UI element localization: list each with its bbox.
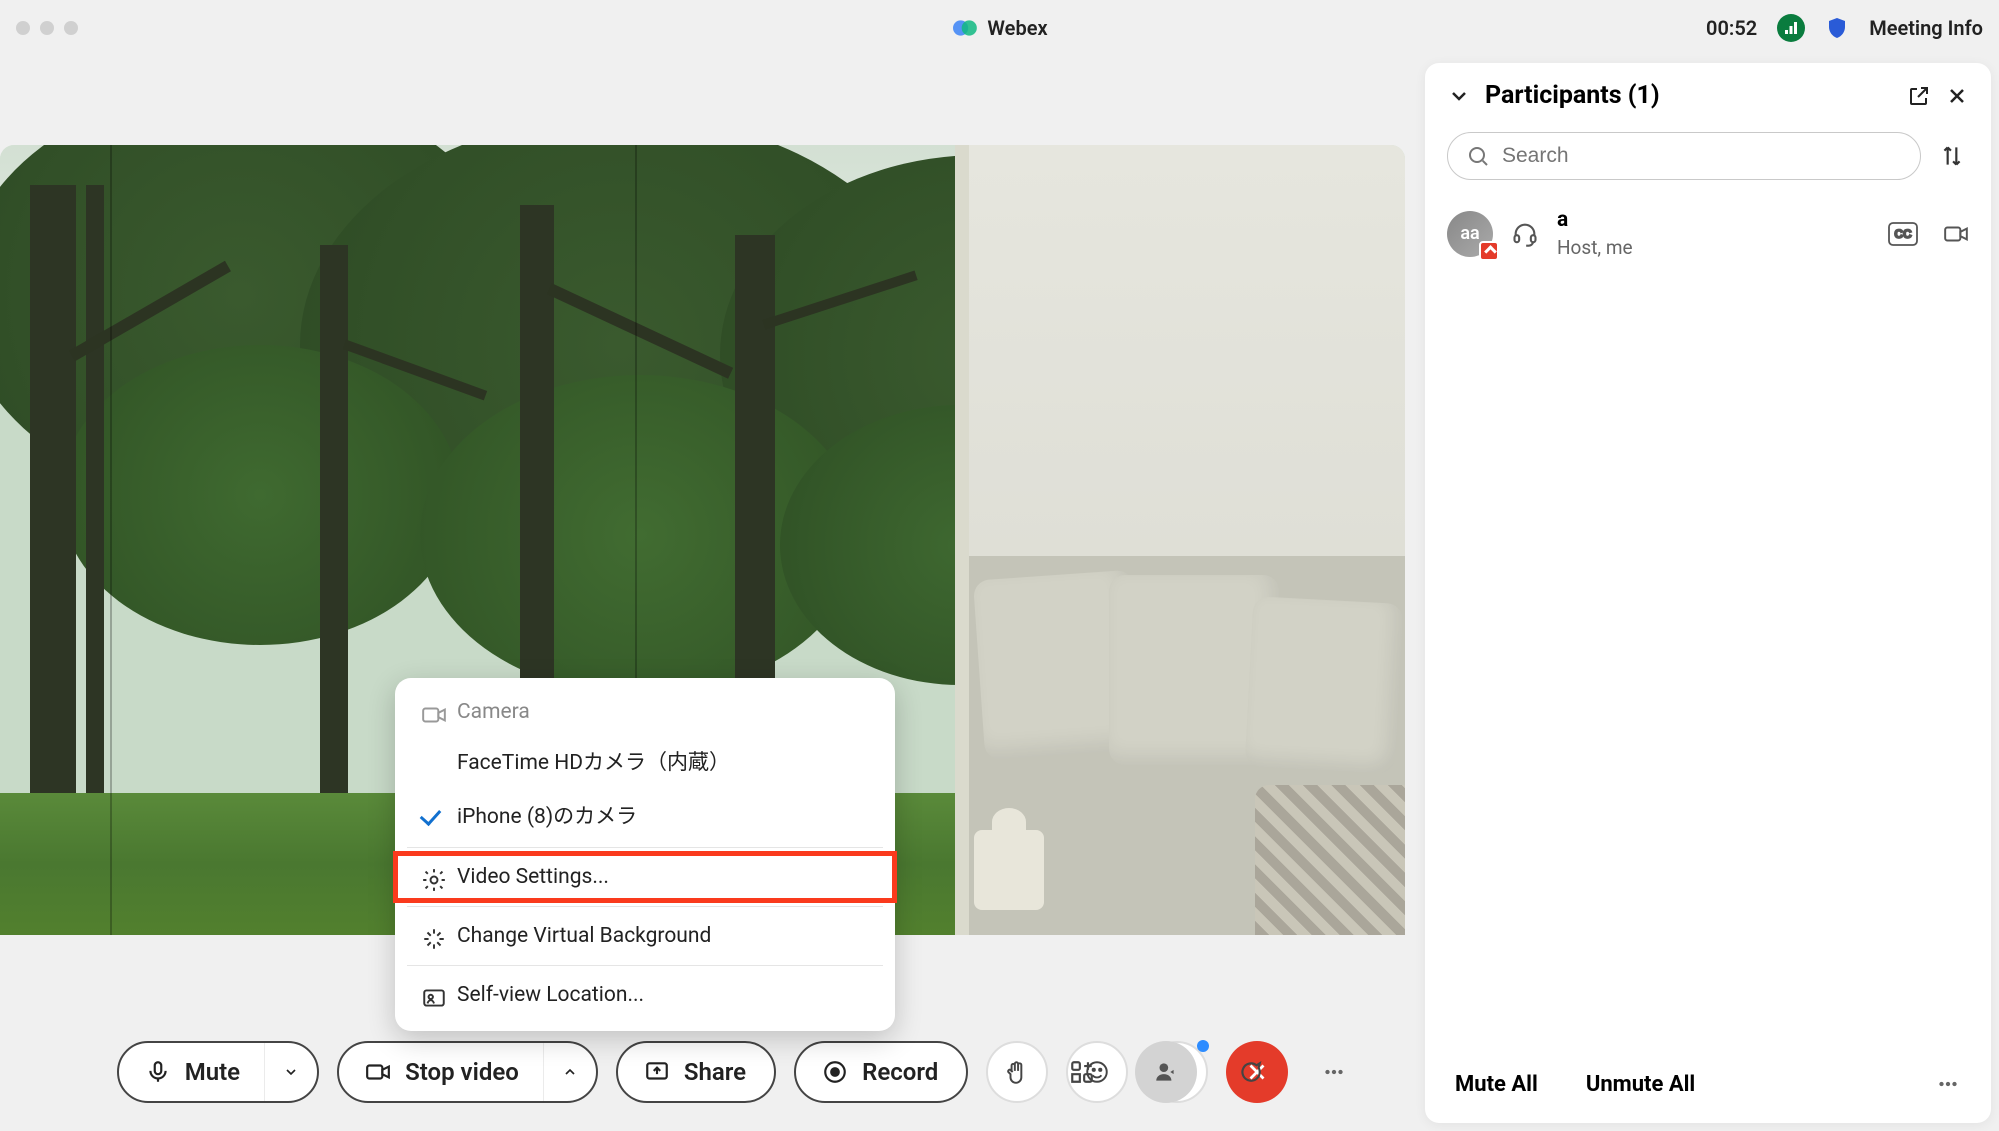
avatar: aa	[1447, 211, 1493, 257]
unmute-all-button[interactable]: Unmute All	[1586, 1072, 1695, 1097]
meeting-toolbar: Mute Stop video	[0, 1041, 1405, 1103]
video-options-caret[interactable]	[543, 1043, 596, 1101]
network-quality-icon[interactable]	[1777, 14, 1805, 42]
zoom-window[interactable]	[64, 21, 78, 35]
close-panel-icon[interactable]	[1945, 84, 1969, 108]
headset-icon	[1511, 220, 1539, 248]
selfview-icon	[421, 985, 447, 1011]
close-window[interactable]	[16, 21, 30, 35]
participant-row[interactable]: aa a Host, me CC	[1425, 194, 1991, 273]
mute-all-button[interactable]: Mute All	[1455, 1072, 1538, 1097]
raise-hand-button[interactable]	[986, 1041, 1048, 1103]
microphone-icon	[145, 1059, 171, 1085]
record-button[interactable]: Record	[794, 1041, 968, 1103]
menu-divider	[407, 906, 883, 907]
share-button[interactable]: Share	[616, 1041, 776, 1103]
participant-video-icon[interactable]	[1943, 221, 1969, 247]
participants-title: Participants (1)	[1485, 81, 1893, 110]
camera-icon	[421, 702, 447, 728]
svg-text:CC: CC	[1894, 227, 1912, 241]
chat-button[interactable]	[1219, 1041, 1281, 1103]
camera-icon	[365, 1059, 391, 1085]
cc-icon[interactable]: CC	[1887, 221, 1919, 247]
search-input[interactable]	[1502, 144, 1902, 168]
webex-logo-icon	[951, 15, 977, 41]
meeting-timer: 00:52	[1706, 16, 1757, 40]
participants-search[interactable]	[1447, 132, 1921, 180]
collapse-panel-icon[interactable]	[1447, 84, 1471, 108]
titlebar: Webex 00:52 Meeting Info	[0, 0, 1999, 55]
popout-icon[interactable]	[1907, 84, 1931, 108]
video-area: Camera FaceTime HDカメラ（内蔵） iPhone (8)のカメラ…	[0, 55, 1405, 1131]
minimize-window[interactable]	[40, 21, 54, 35]
app-title: Webex	[951, 15, 1047, 41]
camera-option-iphone[interactable]: iPhone (8)のカメラ	[395, 788, 895, 842]
participants-toggle[interactable]	[1135, 1041, 1197, 1103]
app-name: Webex	[987, 16, 1047, 40]
participant-name: a	[1557, 208, 1633, 232]
mute-button[interactable]: Mute	[117, 1041, 319, 1103]
sort-participants-button[interactable]	[1935, 139, 1969, 173]
sparkle-icon	[421, 926, 447, 952]
change-virtual-background-item[interactable]: Change Virtual Background	[395, 912, 895, 960]
participant-role: Host, me	[1557, 236, 1633, 259]
menu-divider	[407, 847, 883, 848]
stop-video-button[interactable]: Stop video	[337, 1041, 598, 1103]
mute-options-caret[interactable]	[264, 1043, 317, 1101]
participants-more-button[interactable]	[1935, 1071, 1961, 1097]
apps-button[interactable]	[1051, 1041, 1113, 1103]
camera-section-label: Camera	[395, 690, 895, 734]
window-controls	[16, 21, 78, 35]
host-badge-icon	[1479, 241, 1499, 261]
shield-icon[interactable]	[1825, 16, 1849, 40]
selfview-location-item[interactable]: Self-view Location...	[395, 971, 895, 1019]
titlebar-right: 00:52 Meeting Info	[1706, 14, 1983, 42]
app-window: Webex 00:52 Meeting Info	[0, 0, 1999, 1131]
meeting-info-button[interactable]: Meeting Info	[1869, 16, 1983, 40]
share-icon	[644, 1059, 670, 1085]
video-settings-item[interactable]: Video Settings...	[395, 853, 895, 901]
participants-panel: Participants (1)	[1425, 63, 1991, 1123]
gear-icon	[421, 867, 447, 893]
camera-option-facetime[interactable]: FaceTime HDカメラ（内蔵）	[395, 734, 895, 788]
panel-options-button[interactable]	[1303, 1041, 1365, 1103]
menu-divider	[407, 965, 883, 966]
video-options-menu: Camera FaceTime HDカメラ（内蔵） iPhone (8)のカメラ…	[395, 678, 895, 1031]
search-icon	[1466, 144, 1490, 168]
record-icon	[822, 1059, 848, 1085]
